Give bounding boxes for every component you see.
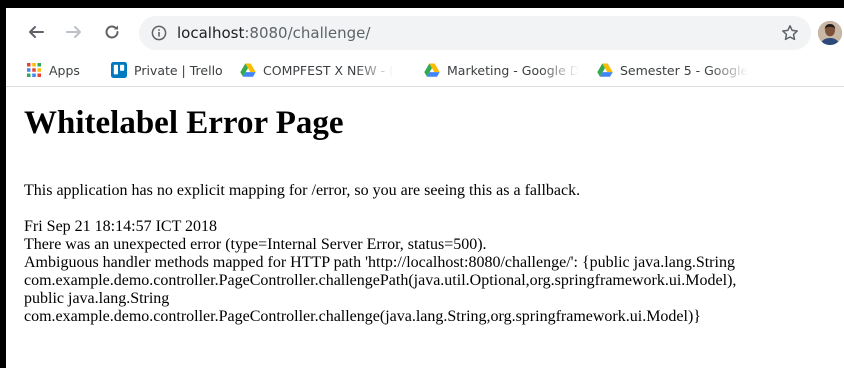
google-drive-icon [240, 63, 256, 77]
star-icon[interactable] [781, 24, 799, 42]
person-icon [818, 21, 842, 45]
google-drive-icon [597, 63, 613, 77]
arrow-left-icon [29, 26, 44, 38]
url-path: :8080/challenge/ [244, 24, 371, 42]
arrow-right-icon [66, 26, 81, 38]
page-title: Whitelabel Error Page [24, 105, 344, 141]
back-button[interactable] [26, 22, 46, 42]
bookmark-apps[interactable]: Apps [26, 60, 80, 80]
bookmark-label: COMPFEST X NEW - ( [263, 62, 394, 78]
browser-window: localhost:8080/challenge/ Apps Private |… [6, 8, 844, 368]
profile-avatar[interactable] [818, 21, 842, 45]
page-content: Whitelabel Error Page This application h… [6, 87, 844, 368]
apps-grid-icon [27, 63, 41, 77]
browser-toolbar: localhost:8080/challenge/ [6, 8, 844, 54]
error-detail-line: public java.lang.String [24, 290, 170, 307]
error-detail-line: com.example.demo.controller.PageControll… [24, 308, 701, 325]
bookmark-compfest[interactable]: COMPFEST X NEW - ( [240, 60, 410, 80]
reload-icon [105, 25, 119, 39]
bookmark-label: Private | Trello [134, 62, 223, 78]
bookmark-trello[interactable]: Private | Trello [111, 60, 226, 80]
bookmark-label: Apps [49, 62, 80, 78]
google-drive-icon [424, 63, 440, 77]
bookmark-semester5[interactable]: Semester 5 - Google [597, 60, 757, 80]
info-icon[interactable] [151, 25, 167, 41]
forward-button[interactable] [64, 22, 84, 42]
reload-button[interactable] [102, 22, 122, 42]
trello-icon [111, 62, 127, 78]
bookmark-marketing[interactable]: Marketing - Google D [424, 60, 587, 80]
bookmark-label: Marketing - Google D [447, 62, 580, 78]
error-timestamp: Fri Sep 21 18:14:57 ICT 2018 [24, 218, 218, 235]
error-status: There was an unexpected error (type=Inte… [24, 236, 487, 253]
error-detail-line: Ambiguous handler methods mapped for HTT… [24, 254, 735, 271]
error-detail-line: com.example.demo.controller.PageControll… [24, 272, 737, 289]
url-host: localhost [177, 24, 245, 42]
bookmarks-bar: Apps Private | Trello COMPFEST X NEW - ( [6, 54, 844, 87]
error-message: This application has no explicit mapping… [24, 182, 581, 199]
address-bar[interactable]: localhost:8080/challenge/ [139, 16, 811, 50]
address-url[interactable]: localhost:8080/challenge/ [177, 23, 370, 43]
bookmark-label: Semester 5 - Google [620, 62, 749, 78]
error-details: Fri Sep 21 18:14:57 ICT 2018 There was a… [24, 218, 839, 326]
